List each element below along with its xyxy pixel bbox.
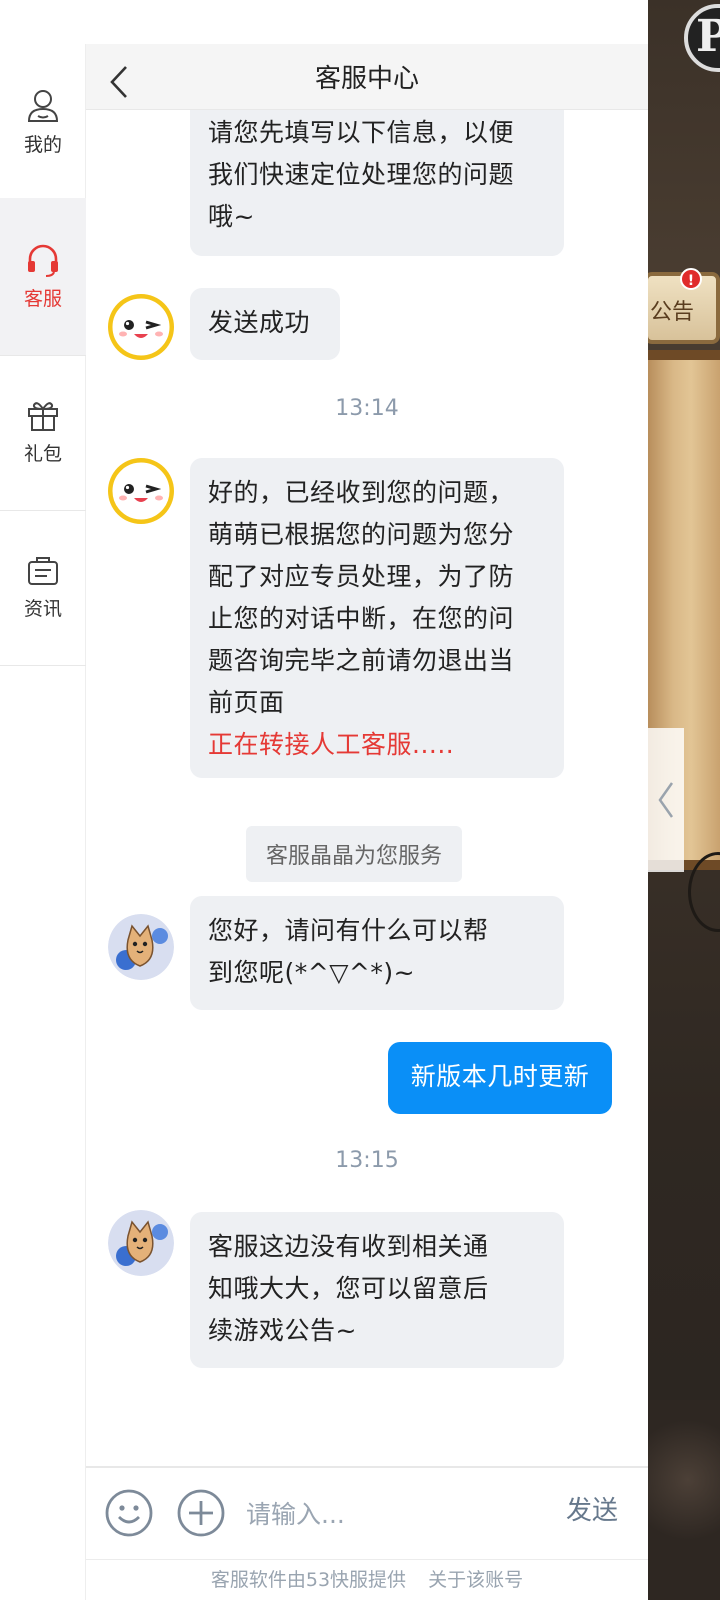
chat-header: 客服中心: [86, 44, 648, 110]
message-line: 止您的对话中断，在您的问: [208, 604, 515, 633]
sidebar-item-label: 资讯: [23, 598, 62, 620]
sidebar-item-mine[interactable]: 我的: [0, 44, 86, 202]
sidebar: 我的 客服 礼包 资讯: [0, 44, 86, 1600]
message-line: 请您先填写以下信息，以便: [208, 118, 515, 147]
message-line: 续游戏公告~: [208, 1316, 357, 1345]
send-button[interactable]: 发送: [566, 1490, 618, 1527]
game-logo: P: [684, 4, 720, 72]
message-line: 好的，已经收到您的问题，: [208, 478, 515, 507]
bot-face-icon: [108, 294, 174, 360]
message-input-bar: 发送: [86, 1466, 648, 1560]
sidebar-item-label: 客服: [23, 288, 62, 310]
footer: 客服软件由53快服提供 关于该账号: [86, 1560, 648, 1600]
agent-cat-avatar-icon: [108, 1210, 174, 1276]
bot-avatar: [108, 294, 174, 360]
message-line: 哦~: [208, 202, 255, 231]
sidebar-item-service[interactable]: 客服: [0, 198, 86, 356]
message-line: 配了对应专员处理，为了防: [208, 562, 515, 591]
message-bubble-bot: 发送成功: [190, 288, 340, 360]
transfer-status-text: 正在转接人工客服.....: [208, 730, 455, 759]
bot-face-icon: [108, 458, 174, 524]
add-attachment-icon[interactable]: [176, 1488, 226, 1538]
message-bubble-agent: 客服这边没有收到相关通 知哦大大，您可以留意后 续游戏公告~: [190, 1212, 564, 1368]
message-line: 到您呢(*^▽^*)~: [208, 958, 416, 987]
system-notice: 客服晶晶为您服务: [246, 826, 463, 882]
collapse-panel-button[interactable]: [648, 728, 684, 872]
news-icon: [28, 557, 58, 585]
sidebar-item-gift[interactable]: 礼包: [0, 353, 86, 511]
message-text: 新版本几时更新: [410, 1062, 590, 1091]
message-bubble-agent: 您好，请问有什么可以帮 到您呢(*^▽^*)~: [190, 896, 564, 1010]
user-icon: [27, 90, 59, 122]
agent-avatar[interactable]: [108, 914, 174, 980]
message-input[interactable]: [246, 1488, 536, 1540]
chat-message-list[interactable]: 请您先填写以下信息，以便 我们快速定位处理您的问题 哦~ 发送成功 13:14: [86, 110, 648, 1466]
headset-icon: [28, 244, 58, 277]
notice-badge: !: [680, 268, 702, 290]
message-line: 题咨询完毕之前请勿退出当: [208, 646, 515, 675]
sidebar-item-label: 礼包: [23, 443, 62, 465]
game-notice-label: 公告: [650, 300, 695, 325]
message-line: 客服这边没有收到相关通: [208, 1232, 489, 1261]
message-line: 萌萌已根据您的问题为您分: [208, 520, 515, 549]
message-line: 知哦大大，您可以留意后: [208, 1274, 489, 1303]
message-line: 前页面: [208, 688, 285, 717]
provider-credit: 客服软件由53快服提供: [210, 1569, 407, 1591]
emoji-icon[interactable]: [104, 1488, 154, 1538]
message-bubble-user: 新版本几时更新: [388, 1042, 612, 1114]
agent-avatar[interactable]: [108, 1210, 174, 1276]
sidebar-item-label: 我的: [23, 134, 62, 156]
chevron-left-icon: [658, 782, 674, 818]
timestamp: 13:14: [335, 396, 399, 421]
message-bubble-bot: 好的，已经收到您的问题， 萌萌已根据您的问题为您分 配了对应专员处理，为了防 止…: [190, 458, 564, 778]
message-text: 发送成功: [208, 308, 311, 337]
sidebar-item-news[interactable]: 资讯: [0, 508, 86, 666]
gift-icon: [28, 402, 58, 431]
message-line: 我们快速定位处理您的问题: [208, 160, 515, 189]
page-title: 客服中心: [314, 64, 419, 94]
game-bottom-decoration: [648, 1400, 720, 1600]
message-bubble-bot: 请您先填写以下信息，以便 我们快速定位处理您的问题 哦~: [190, 110, 564, 256]
bot-avatar: [108, 458, 174, 524]
about-account-link[interactable]: 关于该账号: [428, 1569, 523, 1591]
agent-cat-avatar-icon: [108, 914, 174, 980]
timestamp: 13:15: [335, 1148, 399, 1173]
message-line: 您好，请问有什么可以帮: [208, 916, 489, 945]
